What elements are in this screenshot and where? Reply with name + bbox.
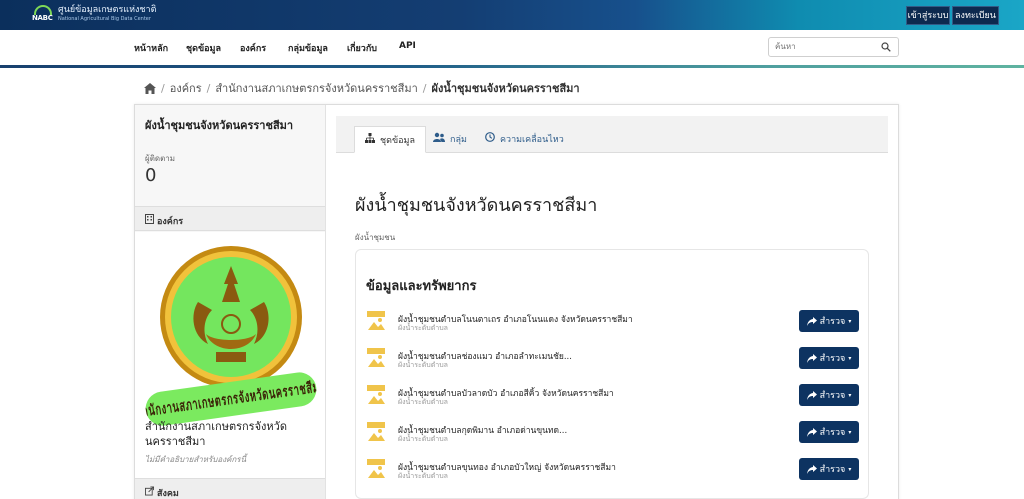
share-arrow-icon: [806, 353, 817, 363]
breadcrumb-current[interactable]: ผังน้ำชุมชนจังหวัดนครราชสีมา: [432, 79, 580, 97]
list-item[interactable]: ผังน้ำชุมชนตำบลกุดพิมาน อำเภอด่านขุนทด..…: [366, 421, 866, 451]
nav-divider: [0, 65, 1024, 68]
social-section-label: สังคม: [157, 489, 179, 499]
followers-count: 0: [145, 165, 157, 186]
image-file-icon: [367, 422, 385, 441]
breadcrumb: / องค์กร / สำนักงานสภาเกษตรกรจังหวัดนครร…: [144, 79, 580, 97]
nabc-logo-icon: NABC: [32, 4, 54, 24]
dataset-subtitle: ผังน้ำชุมชน: [355, 233, 396, 242]
list-item[interactable]: ผังน้ำชุมชนตำบลโนนตาเถร อำเภอโนนแดง จังห…: [366, 310, 866, 340]
org-section-header: องค์กร: [135, 206, 325, 231]
explore-button[interactable]: สำรวจ ▾: [799, 347, 859, 369]
image-file-icon: [366, 310, 386, 332]
resources-panel: ข้อมูลและทรัพยากร ผังน้ำชุมชนตำบลโนนตาเถ…: [355, 249, 869, 499]
list-item[interactable]: ผังน้ำชุมชนตำบลบัวลาดบัว อำเภอสีคิ้ว จัง…: [366, 384, 866, 414]
social-section-header: สังคม: [135, 478, 325, 499]
tabs-bar: ชุดข้อมูล กลุ่ม ความเคลื่อนไหว: [336, 116, 888, 153]
nav-item-groups[interactable]: กลุ่มข้อมูล: [288, 41, 328, 55]
list-item[interactable]: ผังน้ำชุมชนตำบลช่องแมว อำเภอลำทะเมนชัย..…: [366, 347, 866, 377]
share-icon: [145, 486, 154, 496]
caret-down-icon: ▾: [848, 428, 852, 436]
tab-groups[interactable]: กลุ่ม: [433, 126, 467, 153]
login-button[interactable]: เข้าสู่ระบบ: [906, 6, 950, 25]
brand-subtitle: National Agricultural Big Data Center: [58, 16, 151, 22]
nav-item-api[interactable]: API: [399, 41, 416, 51]
resources-heading: ข้อมูลและทรัพยากร: [366, 279, 477, 294]
resource-description: ผังน้ำระดับตำบล: [398, 435, 448, 443]
dataset-title: ผังน้ำชุมชนจังหวัดนครราชสีมา: [355, 195, 598, 216]
image-file-icon: [367, 459, 385, 478]
tab-activity[interactable]: ความเคลื่อนไหว: [485, 126, 564, 153]
caret-down-icon: ▾: [848, 354, 852, 362]
search-icon[interactable]: [881, 42, 891, 52]
sitemap-icon: [365, 133, 375, 143]
home-icon[interactable]: [144, 82, 156, 94]
resource-description: ผังน้ำระดับตำบล: [398, 472, 448, 480]
tab-datasets[interactable]: ชุดข้อมูล: [354, 126, 426, 153]
top-banner: NABC ศูนย์ข้อมูลเกษตรแห่งชาติ National A…: [0, 0, 1024, 30]
main-nav: หน้าหลัก ชุดข้อมูล องค์กร กลุ่มข้อมูล เก…: [0, 30, 1024, 66]
org-section-label: องค์กร: [157, 217, 184, 227]
share-arrow-icon: [806, 427, 817, 437]
resource-description: ผังน้ำระดับตำบล: [398, 398, 448, 406]
share-arrow-icon: [806, 316, 817, 326]
explore-button[interactable]: สำรวจ ▾: [799, 458, 859, 480]
nav-item-datasets[interactable]: ชุดข้อมูล: [186, 41, 221, 55]
image-file-icon: [367, 348, 385, 367]
brand[interactable]: NABC ศูนย์ข้อมูลเกษตรแห่งชาติ National A…: [32, 4, 156, 24]
image-file-icon: [367, 385, 385, 404]
share-arrow-icon: [806, 464, 817, 474]
resource-description: ผังน้ำระดับตำบล: [398, 324, 448, 332]
org-name[interactable]: สำนักงานสภาเกษตรกรจังหวัดนครราชสีมา: [145, 419, 320, 449]
caret-down-icon: ▾: [848, 317, 852, 325]
resource-description: ผังน้ำระดับตำบล: [398, 361, 448, 369]
explore-button[interactable]: สำรวจ ▾: [799, 384, 859, 406]
nav-item-home[interactable]: หน้าหลัก: [134, 41, 168, 55]
breadcrumb-organization[interactable]: องค์กร: [170, 79, 202, 97]
search-input[interactable]: [775, 42, 875, 51]
users-icon: [433, 132, 445, 142]
building-icon: [145, 214, 154, 224]
nav-item-about[interactable]: เกี่ยวกับ: [347, 41, 377, 55]
explore-button[interactable]: สำรวจ ▾: [799, 310, 859, 332]
caret-down-icon: ▾: [848, 391, 852, 399]
share-arrow-icon: [806, 390, 817, 400]
org-description: ไม่มีคำอธิบายสำหรับองค์กรนี้: [145, 455, 247, 464]
sidebar-title: ผังน้ำชุมชนจังหวัดนครราชสีมา: [145, 119, 294, 132]
caret-down-icon: ▾: [848, 465, 852, 473]
breadcrumb-org-name[interactable]: สำนักงานสภาเกษตรกรจังหวัดนครราชสีมา: [215, 79, 417, 97]
register-button[interactable]: ลงทะเบียน: [952, 6, 999, 25]
organization-seal-logo[interactable]: [158, 244, 304, 390]
clock-icon: [485, 132, 495, 142]
list-item[interactable]: ผังน้ำชุมชนตำบลขุนทอง อำเภอบัวใหญ่ จังหว…: [366, 458, 866, 488]
brand-title: ศูนย์ข้อมูลเกษตรแห่งชาติ: [58, 5, 157, 15]
explore-button[interactable]: สำรวจ ▾: [799, 421, 859, 443]
nav-item-organizations[interactable]: องค์กร: [240, 41, 266, 55]
search-box[interactable]: [768, 37, 899, 57]
followers-label: ผู้ติดตาม: [145, 154, 176, 163]
sidebar: ผังน้ำชุมชนจังหวัดนครราชสีมา ผู้ติดตาม 0…: [135, 105, 326, 499]
